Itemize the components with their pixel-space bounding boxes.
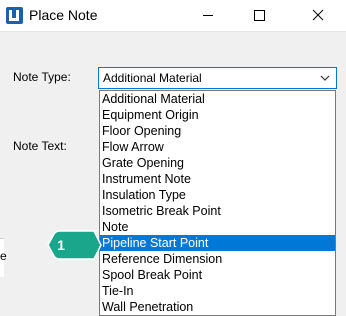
- maximize-icon: [254, 10, 265, 21]
- minimize-icon: [203, 15, 213, 16]
- option-wall-penetration[interactable]: Wall Penetration: [100, 299, 335, 315]
- option-insulation-type[interactable]: Insulation Type: [100, 187, 335, 203]
- option-floor-opening[interactable]: Floor Opening: [100, 123, 335, 139]
- close-button[interactable]: [296, 0, 342, 31]
- option-grate-opening[interactable]: Grate Opening: [100, 155, 335, 171]
- option-additional-material[interactable]: Additional Material: [100, 91, 335, 107]
- option-tie-in[interactable]: Tie-In: [100, 283, 335, 299]
- minimize-button[interactable]: [185, 0, 231, 31]
- window-title: Place Note: [29, 7, 98, 23]
- option-instrument-note[interactable]: Instrument Note: [100, 171, 335, 187]
- option-pipeline-start-point[interactable]: Pipeline Start Point: [100, 235, 335, 251]
- title-bar: Place Note: [0, 0, 346, 32]
- note-type-dropdown-list[interactable]: Additional Material Equipment Origin Flo…: [99, 90, 336, 316]
- maximize-button[interactable]: [236, 0, 282, 31]
- note-type-select[interactable]: Additional Material: [98, 67, 337, 89]
- note-text-label: Note Text:: [13, 139, 67, 153]
- step-callout-number: 1: [57, 237, 65, 253]
- app-icon: [6, 7, 23, 24]
- option-spool-break-point[interactable]: Spool Break Point: [100, 267, 335, 283]
- partial-label: e: [0, 249, 7, 263]
- option-reference-dimension[interactable]: Reference Dimension: [100, 251, 335, 267]
- option-isometric-break-point[interactable]: Isometric Break Point: [100, 203, 335, 219]
- note-type-label: Note Type:: [13, 70, 71, 84]
- option-equipment-origin[interactable]: Equipment Origin: [100, 107, 335, 123]
- chevron-down-icon: [320, 75, 330, 81]
- option-note[interactable]: Note: [100, 219, 335, 235]
- option-flow-arrow[interactable]: Flow Arrow: [100, 139, 335, 155]
- note-type-value: Additional Material: [103, 71, 202, 85]
- close-icon: [312, 9, 324, 21]
